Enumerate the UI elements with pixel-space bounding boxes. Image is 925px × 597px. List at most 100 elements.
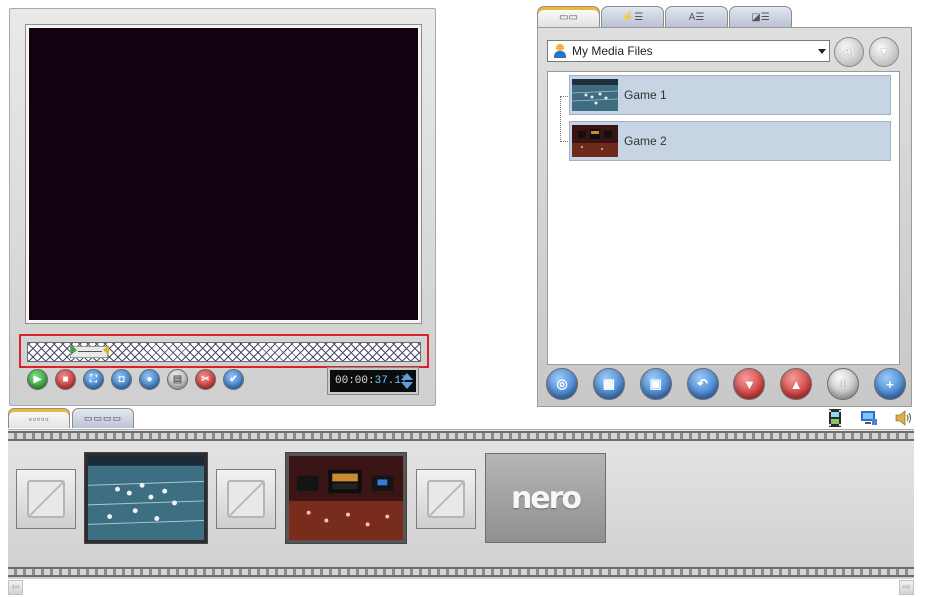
record-audio-button[interactable]: ● (139, 369, 160, 390)
view-mode-icons (825, 408, 913, 428)
film-button[interactable]: ▤ (167, 369, 188, 390)
preview-panel: ▶ ■ ⛶ ◘ ● ▤ ✂ ✔ 00:00: 37.17 (9, 8, 436, 406)
storyboard-clip-nero-logo[interactable]: nero (485, 453, 606, 543)
delete-button[interactable]: ▼ (733, 368, 766, 400)
transport-controls: ▶ ■ ⛶ ◘ ● ▤ ✂ ✔ (27, 369, 244, 391)
scissors-icon: ✂ (201, 374, 210, 385)
fullscreen-icon: ⛶ (90, 374, 97, 385)
import-icon: ▼ (878, 46, 890, 58)
info-icon: ! (840, 376, 846, 392)
magnifier-icon: ◎ (556, 376, 568, 391)
media-browser-panel: My Media Files A| ▼ Game 1 Game 2 ◎ ▦ ▣ ↶ ▼ ▲… (537, 27, 912, 407)
chevron-down-icon[interactable] (818, 49, 826, 54)
media-action-bar: ◎ ▦ ▣ ↶ ▼ ▲! + (546, 368, 906, 400)
search-media-button[interactable]: ◎ (546, 368, 578, 400)
media-source-dropdown[interactable]: My Media Files (547, 40, 830, 62)
tab-timeline-icon: ▭▭▭▭ (83, 413, 122, 423)
cut-button[interactable]: ✂ (195, 369, 216, 390)
transition-slot[interactable] (216, 469, 276, 529)
plus-icon: + (886, 376, 894, 392)
monitor-icon[interactable] (859, 408, 879, 428)
scroll-left-arrow-icon[interactable]: ⇦ (8, 580, 23, 595)
microphone-icon: ● (146, 374, 153, 385)
play-button[interactable]: ▶ (27, 369, 48, 390)
video-preview-frame (25, 24, 422, 324)
device-icon: ▣ (649, 376, 662, 391)
tab-storyboard[interactable]: ▫▫▫▫▫ (8, 408, 70, 428)
timecode-spinner[interactable] (401, 373, 413, 389)
user-icon (554, 44, 566, 58)
storyboard-clip-game-2[interactable] (285, 452, 407, 544)
nero-logo: nero (510, 480, 582, 516)
media-item-name: Game 1 (624, 88, 667, 102)
check-icon: ✔ (229, 374, 238, 385)
field-thumbnail (572, 79, 618, 111)
trim-start-handle[interactable] (71, 345, 77, 355)
transition-slot[interactable] (416, 469, 476, 529)
stop-icon: ■ (62, 374, 69, 385)
camera-icon: ◘ (118, 374, 125, 385)
tab-media[interactable]: ▭▭ (537, 6, 600, 28)
trim-track[interactable] (27, 342, 421, 362)
film-sprocket-bottom (8, 567, 914, 577)
add-button[interactable]: + (873, 368, 906, 400)
fullscreen-button[interactable]: ⛶ (83, 369, 104, 390)
film-capture-icon: ▦ (602, 376, 615, 391)
media-item-name: Game 2 (624, 134, 667, 148)
import-device-button[interactable]: ▣ (639, 368, 672, 400)
timecode-main: 00:00: (335, 375, 375, 387)
media-file-list: Game 1 Game 2 (547, 71, 900, 365)
tree-connector (560, 96, 568, 142)
storyboard-strip: nero (8, 429, 914, 579)
trim-bar-highlight (19, 334, 429, 368)
tab-text[interactable]: A☰ (665, 6, 728, 28)
rename-icon: A| (843, 46, 855, 58)
media-source-value: My Media Files (572, 44, 653, 58)
stop-button[interactable]: ■ (55, 369, 76, 390)
film-sprocket-top (8, 431, 914, 441)
speaker-icon[interactable] (893, 408, 913, 428)
tab-storyboard-icon: ▫▫▫▫▫ (28, 413, 50, 424)
storyboard-tabs: ▫▫▫▫▫ ▭▭▭▭ (8, 408, 134, 428)
field-clip-thumbnail (87, 456, 205, 540)
empty-transition-icon (427, 480, 465, 518)
stadium-clip-thumbnail (289, 456, 403, 540)
transition-list-icon: ◪☰ (751, 12, 770, 23)
play-icon: ▶ (33, 374, 42, 385)
undo-icon: ↶ (697, 376, 708, 391)
effects-list-icon: ⚡☰ (621, 12, 644, 23)
text-list-icon: A☰ (688, 12, 705, 23)
storyboard-scrollbar[interactable]: ⇦ ⇨ (8, 580, 914, 595)
rename-button[interactable]: A| (834, 37, 864, 67)
video-preview-screen[interactable] (29, 28, 418, 320)
media-item-game-2[interactable]: Game 2 (569, 121, 891, 161)
scroll-right-arrow-icon[interactable]: ⇨ (899, 580, 914, 595)
video-track-icon[interactable] (825, 408, 845, 428)
film-list-icon: ▭▭ (559, 12, 578, 23)
delete-icon: ▼ (742, 376, 756, 392)
timecode-display[interactable]: 00:00: 37.17 (327, 367, 419, 395)
spinner-up-icon[interactable] (401, 373, 413, 380)
remove-button[interactable]: ▲ (780, 368, 813, 400)
spinner-down-icon[interactable] (401, 382, 413, 389)
media-tabs: ▭▭ ⚡☰ A☰ ◪☰ (537, 6, 792, 28)
storyboard-clip-game-1[interactable] (84, 452, 208, 544)
tab-effects[interactable]: ⚡☰ (601, 6, 664, 28)
tab-timeline[interactable]: ▭▭▭▭ (72, 408, 134, 428)
media-item-game-1[interactable]: Game 1 (569, 75, 891, 115)
trim-range-line (78, 351, 102, 352)
capture-video-button[interactable]: ▦ (592, 368, 625, 400)
transition-slot[interactable] (16, 469, 76, 529)
snapshot-button[interactable]: ◘ (111, 369, 132, 390)
confirm-button[interactable]: ✔ (223, 369, 244, 390)
import-button[interactable]: ▼ (869, 37, 899, 67)
tab-transitions[interactable]: ◪☰ (729, 6, 792, 28)
undo-button[interactable]: ↶ (686, 368, 719, 400)
stadium-thumbnail (572, 125, 618, 157)
film-icon: ▤ (172, 374, 183, 385)
trim-end-handle[interactable] (103, 345, 109, 355)
remove-icon: ▲ (789, 376, 803, 392)
info-button[interactable]: ! (827, 368, 860, 400)
empty-transition-icon (27, 480, 65, 518)
empty-transition-icon (227, 480, 265, 518)
